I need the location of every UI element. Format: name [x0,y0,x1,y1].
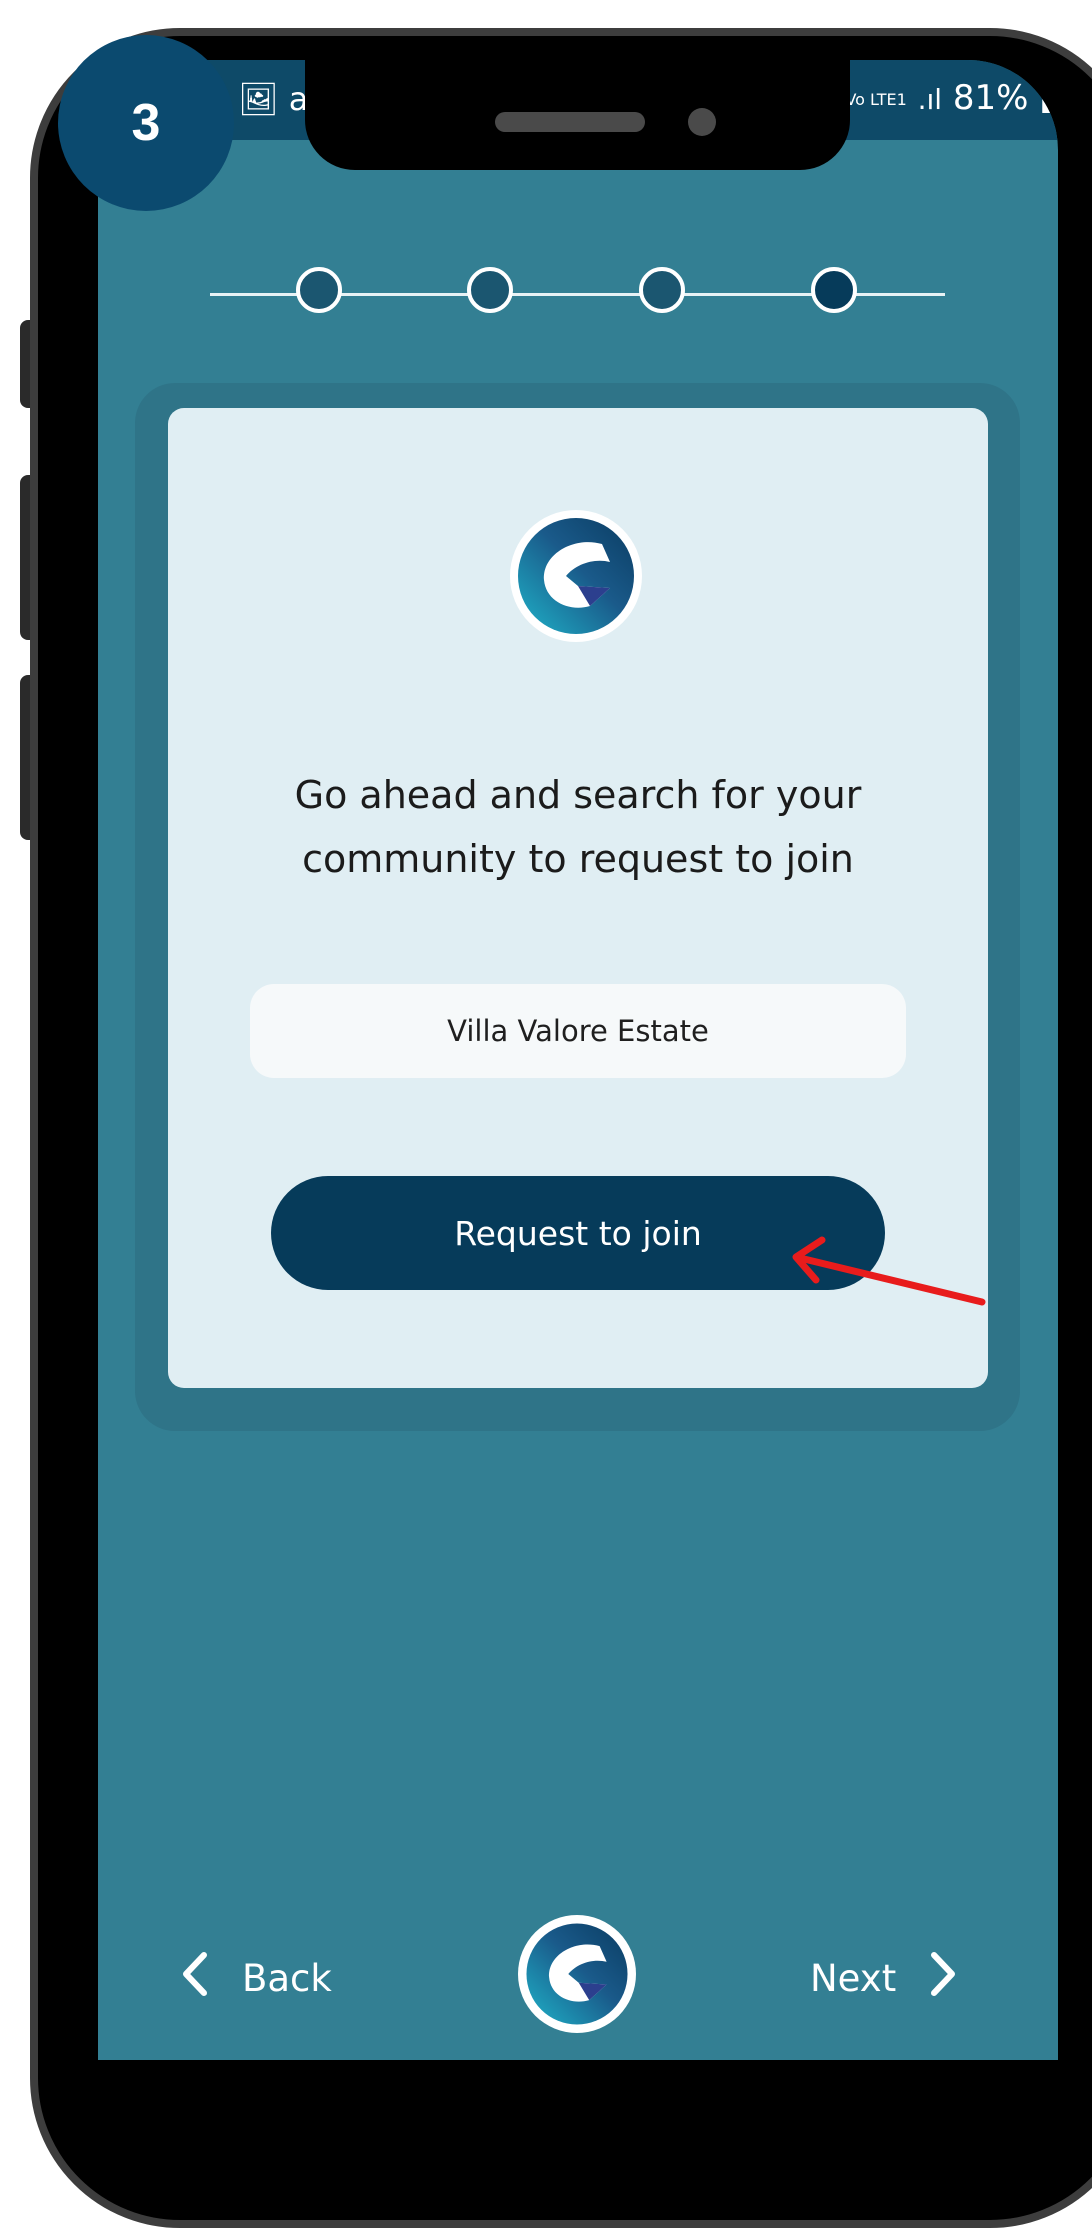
app-logo [510,510,642,642]
status-left-icons: 🖼 a [238,80,309,118]
battery-icon: ▮ [1039,78,1058,118]
community-search-field[interactable] [250,984,906,1078]
stepper-dot-3 [639,267,685,313]
back-button[interactable]: Back [180,1948,332,2008]
annotation-arrow-icon [792,1236,986,1306]
stepper-dot-4 [811,267,857,313]
network-indicator: Vo LTE1 [845,90,907,109]
next-button[interactable]: Next [810,1948,958,2008]
chevron-right-icon [930,1951,958,2006]
battery-percent: 81% [952,78,1029,118]
status-battery: Vo LTE1 .ıl 81% ▮ [845,78,1058,118]
chevron-left-icon [180,1951,208,2006]
nav-home-logo[interactable] [518,1915,636,2033]
back-label: Back [242,1956,332,2000]
app-logo-icon [518,518,634,634]
phone-notch [305,38,850,170]
signal-icon: .ıl [917,83,943,116]
speaker-grille [495,112,645,132]
instruction-text: Go ahead and search for your community t… [294,773,862,881]
stepper-dot-2 [467,267,513,313]
stepper-dot-1 [296,267,342,313]
home-logo-icon [526,1923,628,2025]
step-number-badge: 3 [58,35,234,211]
next-label: Next [810,1956,897,2000]
front-camera [688,108,716,136]
